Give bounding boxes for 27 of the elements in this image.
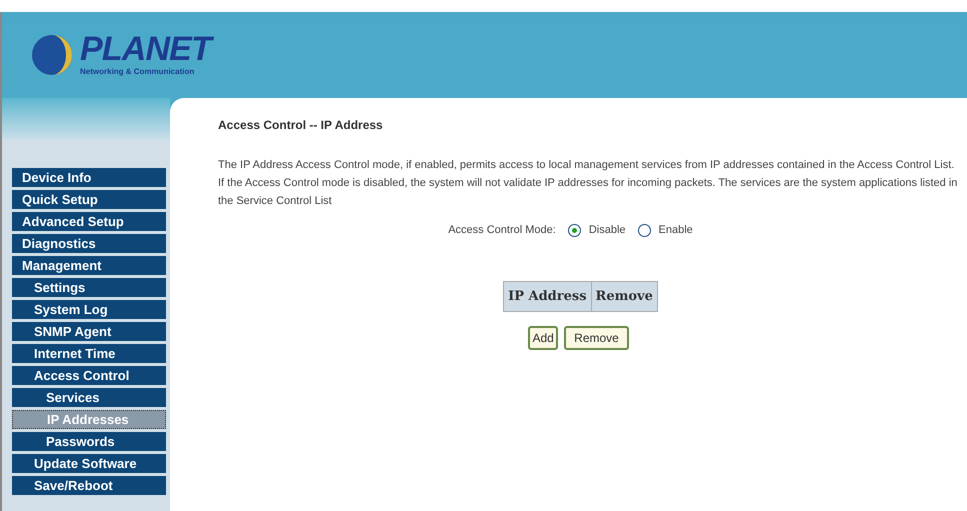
column-header: IP Address xyxy=(507,288,588,306)
nav-menu-item[interactable]: Internet Time xyxy=(12,344,166,363)
mode-radio[interactable]: Enable xyxy=(638,222,693,238)
mode-radio[interactable]: Disable xyxy=(568,222,626,238)
page-title: Access Control -- IP Address xyxy=(218,117,384,134)
description-text: The IP Address Access Control mode, if enabled, permits access to local management services from IP addresses contained in the Access Control List. If the Access Control mode is disabled, the system will not validate IP addresses for incoming packets. The services are the system applications listed in the Service Control List xyxy=(218,158,958,209)
nav-menu-item[interactable]: Access Control xyxy=(12,366,166,385)
nav-menu-item[interactable]: Passwords xyxy=(12,432,166,451)
radio-icon[interactable] xyxy=(568,224,581,237)
nav-menu-item[interactable]: Update Software xyxy=(12,454,166,473)
action-button[interactable]: Remove xyxy=(564,326,629,350)
globe-logo-icon xyxy=(30,33,74,77)
nav-menu-item[interactable]: Save/Reboot xyxy=(12,476,166,495)
nav-menu-item[interactable]: Services xyxy=(12,388,166,407)
nav-menu-item[interactable]: Device Info xyxy=(12,168,166,187)
nav-menu-item[interactable]: Management xyxy=(12,256,166,275)
nav-menu-item[interactable]: Advanced Setup xyxy=(12,212,166,231)
radio-icon[interactable] xyxy=(638,224,651,237)
logo-tagline: Networking & Communication xyxy=(80,66,196,78)
nav-menu-item[interactable]: SNMP Agent xyxy=(12,322,166,341)
mode-label: Access Control Mode: xyxy=(448,223,556,238)
nav-menu-item[interactable]: System Log xyxy=(12,300,166,319)
column-header: Remove xyxy=(590,282,657,311)
action-button[interactable]: Add xyxy=(528,326,558,350)
nav-menu-item[interactable]: Quick Setup xyxy=(12,190,166,209)
nav-menu-item[interactable]: Diagnostics xyxy=(12,234,166,253)
nav-menu-item[interactable]: Settings xyxy=(12,278,166,297)
